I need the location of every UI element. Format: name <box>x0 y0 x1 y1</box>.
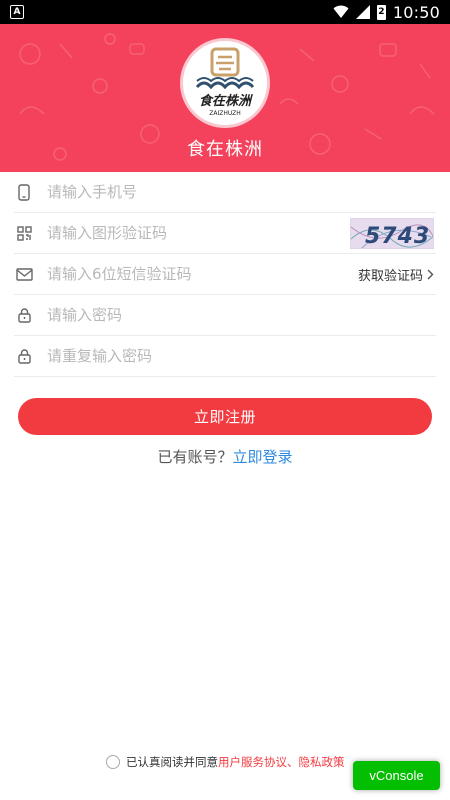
battery-icon: 2 <box>376 4 386 20</box>
agreement-prefix: 已认真阅读并同意 <box>126 755 218 769</box>
register-form: 5743 获取验证码 <box>0 172 450 377</box>
agreement-separator: 、 <box>287 755 299 769</box>
login-prompt: 已有账号？立即登录 <box>0 446 450 467</box>
phone-input[interactable] <box>47 173 436 211</box>
app-logo: 食在株洲 ZAIZHUZH <box>180 38 270 128</box>
password-row <box>14 295 436 336</box>
sms-code-row: 获取验证码 <box>14 254 436 295</box>
image-code-input[interactable] <box>47 214 350 252</box>
logo-emblem-icon: 食在株洲 ZAIZHUZH <box>195 47 255 117</box>
get-code-label: 获取验证码 <box>357 268 423 284</box>
login-link[interactable]: 立即登录 <box>233 448 293 466</box>
chevron-right-icon <box>427 269 434 279</box>
battery-level: 2 <box>378 6 385 17</box>
agreement-radio[interactable] <box>106 755 120 769</box>
lock-icon <box>15 306 33 324</box>
logo-text: 食在株洲 <box>199 93 253 109</box>
status-right: 2 10:50 <box>333 3 440 22</box>
signal-icon <box>355 5 370 19</box>
user-agreement-link[interactable]: 用户服务协议 <box>218 754 287 770</box>
qr-icon <box>15 224 33 242</box>
privacy-policy-link[interactable]: 隐私政策 <box>299 754 345 770</box>
lock-icon <box>15 347 33 365</box>
sms-code-input[interactable] <box>47 255 358 293</box>
status-bar: A 2 10:50 <box>0 0 450 24</box>
status-time: 10:50 <box>392 2 440 22</box>
agreement-row: 已认真阅读并同意 用户服务协议 、 隐私政策 <box>106 754 345 770</box>
header-banner: 食在株洲 ZAIZHUZH 食在株洲 <box>0 24 450 172</box>
notification-app-icon: A <box>10 5 24 19</box>
phone-row <box>14 172 436 213</box>
app-title: 食在株洲 <box>187 139 263 160</box>
logo-subtext: ZAIZHUZH <box>209 110 241 117</box>
wifi-icon <box>333 5 349 18</box>
mail-icon <box>15 265 33 283</box>
get-code-button[interactable]: 获取验证码 <box>358 265 434 284</box>
confirm-password-row <box>14 336 436 377</box>
vconsole-button[interactable]: vConsole <box>353 761 440 790</box>
phone-icon <box>15 183 33 201</box>
confirm-password-input[interactable] <box>47 337 436 375</box>
status-left: A <box>10 5 24 19</box>
captcha-image[interactable]: 5743 <box>350 217 434 249</box>
image-code-row: 5743 <box>14 213 436 254</box>
captcha-text: 5743 <box>365 224 430 249</box>
password-input[interactable] <box>47 296 436 334</box>
login-prompt-text: 已有账号？ <box>157 448 233 466</box>
register-button[interactable]: 立即注册 <box>18 398 432 435</box>
